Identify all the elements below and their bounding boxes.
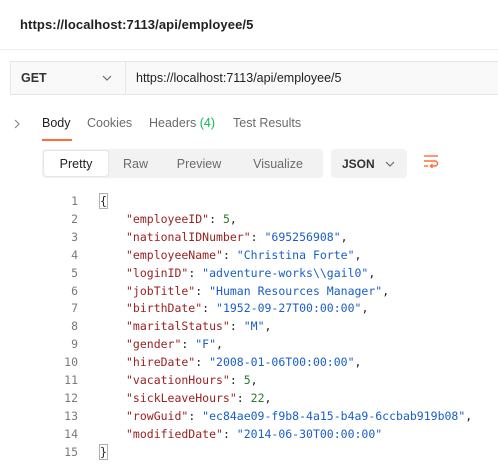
headers-count-badge: (4) (199, 116, 216, 130)
json-key: "modifiedDate" (126, 426, 223, 441)
line-number: 14 (64, 426, 78, 441)
line-number: 15 (64, 444, 78, 459)
format-label: JSON (342, 156, 375, 171)
line-number: 10 (64, 355, 78, 370)
json-value: 5 (243, 373, 251, 387)
json-key: "jobTitle" (126, 283, 196, 298)
view-mode-raw[interactable]: Raw (108, 151, 163, 176)
line-number: 6 (71, 283, 78, 298)
open-brace: { (99, 193, 108, 209)
close-brace: } (99, 443, 108, 460)
json-value: "Human Resources Manager" (209, 283, 383, 298)
chevron-down-icon (383, 157, 397, 171)
method-label: GET (21, 71, 47, 85)
format-dropdown[interactable]: JSON (331, 149, 407, 178)
line-number: 8 (71, 319, 78, 334)
wrap-lines-button[interactable] (416, 149, 446, 178)
line-number: 13 (64, 408, 78, 423)
json-value: "2014-06-30T00:00:00" (236, 426, 383, 441)
chevron-down-icon (100, 71, 114, 85)
view-mode-visualize[interactable]: Visualize (235, 151, 321, 176)
request-bar: GET https://localhost:7113/api/employee/… (10, 61, 498, 95)
code-line: 13 "rowGuid": "ec84ae09-f9b8-4a15-b4a9-6c… (42, 408, 498, 424)
json-value: "F" (195, 337, 217, 352)
code-line: 2 "employeeID": 5, (42, 211, 498, 227)
line-number: 3 (71, 229, 78, 244)
json-value: "Christina Forte" (236, 247, 355, 262)
line-number: 12 (64, 390, 78, 405)
json-key: "gender" (126, 337, 182, 352)
json-value: "adventure-works\\gail0" (202, 265, 369, 280)
code-line: 1 { (42, 193, 498, 209)
url-input[interactable]: https://localhost:7113/api/employee/5 (126, 62, 498, 94)
json-key: "rowGuid" (126, 408, 189, 423)
json-value: "M" (243, 319, 265, 334)
code-line: 4 "employeeName": "Christina Forte", (42, 247, 498, 263)
code-line: 12 "sickLeaveHours": 22, (42, 390, 498, 406)
request-title: https://localhost:7113/api/employee/5 (20, 17, 254, 32)
code-line: 3 "nationalIDNumber": "695256908", (42, 229, 498, 245)
response-body-editor[interactable]: 1 { 2 "employeeID": 5, 3 "nationalIDNumber"… (42, 188, 498, 469)
json-key: "employeeID" (126, 211, 210, 226)
json-key: "loginID" (126, 265, 189, 280)
json-value: "695256908" (264, 229, 341, 244)
code-line: 10 "hireDate": "2008-01-06T00:00:00", (42, 354, 498, 370)
tab-body[interactable]: Body (42, 116, 71, 130)
json-key: "vacationHours" (126, 373, 230, 387)
json-key: "maritalStatus" (126, 319, 230, 334)
line-number: 9 (71, 337, 78, 352)
method-dropdown[interactable]: GET (11, 62, 126, 94)
wrap-lines-icon (422, 153, 440, 174)
code-line: 15 } (42, 443, 498, 460)
view-mode-selector: Pretty Raw Preview Visualize (42, 149, 323, 178)
json-key: "nationalIDNumber" (126, 229, 251, 244)
view-mode-preview[interactable]: Preview (163, 151, 235, 176)
code-line: 7 "birthDate": "1952-09-27T00:00:00", (42, 300, 498, 316)
view-mode-pretty[interactable]: Pretty (44, 151, 108, 176)
json-value: 22 (250, 390, 265, 405)
code-line: 9 "gender": "F", (42, 336, 498, 352)
json-key: "hireDate" (126, 355, 196, 370)
json-key: "employeeName" (126, 247, 223, 262)
code-line: 11 "vacationHours": 5, (42, 372, 498, 388)
code-line: 6 "jobTitle": "Human Resources Manager", (42, 283, 498, 299)
json-key: "sickLeaveHours" (126, 390, 237, 405)
json-value: "ec84ae09-f9b8-4a15-b4a9-6ccbab919b08" (202, 408, 466, 423)
line-number: 1 (71, 194, 78, 208)
code-line: 5 "loginID": "adventure-works\\gail0", (42, 265, 498, 281)
json-value: "2008-01-06T00:00:00" (209, 355, 355, 370)
code-line: 8 "maritalStatus": "M", (42, 318, 498, 334)
json-value: "1952-09-27T00:00:00" (216, 301, 362, 316)
line-number: 2 (71, 211, 78, 226)
tab-cookies[interactable]: Cookies (87, 116, 132, 130)
json-value: 5 (222, 211, 230, 226)
active-tab-indicator (42, 139, 72, 141)
line-number: 4 (71, 247, 78, 262)
code-line: 14 "modifiedDate": "2014-06-30T00:00:00" (42, 426, 498, 442)
chevron-right-icon[interactable] (10, 117, 24, 131)
request-title-bar: https://localhost:7113/api/employee/5 (0, 0, 498, 50)
tab-test-results[interactable]: Test Results (233, 116, 301, 130)
tab-headers[interactable]: Headers (4) (149, 116, 215, 130)
line-number: 11 (64, 373, 78, 387)
line-number: 5 (71, 265, 78, 280)
line-number: 7 (71, 301, 78, 316)
tab-headers-label: Headers (149, 116, 197, 130)
json-key: "birthDate" (126, 301, 203, 316)
response-tabs: Body Cookies Headers (4) Test Results (0, 110, 498, 141)
